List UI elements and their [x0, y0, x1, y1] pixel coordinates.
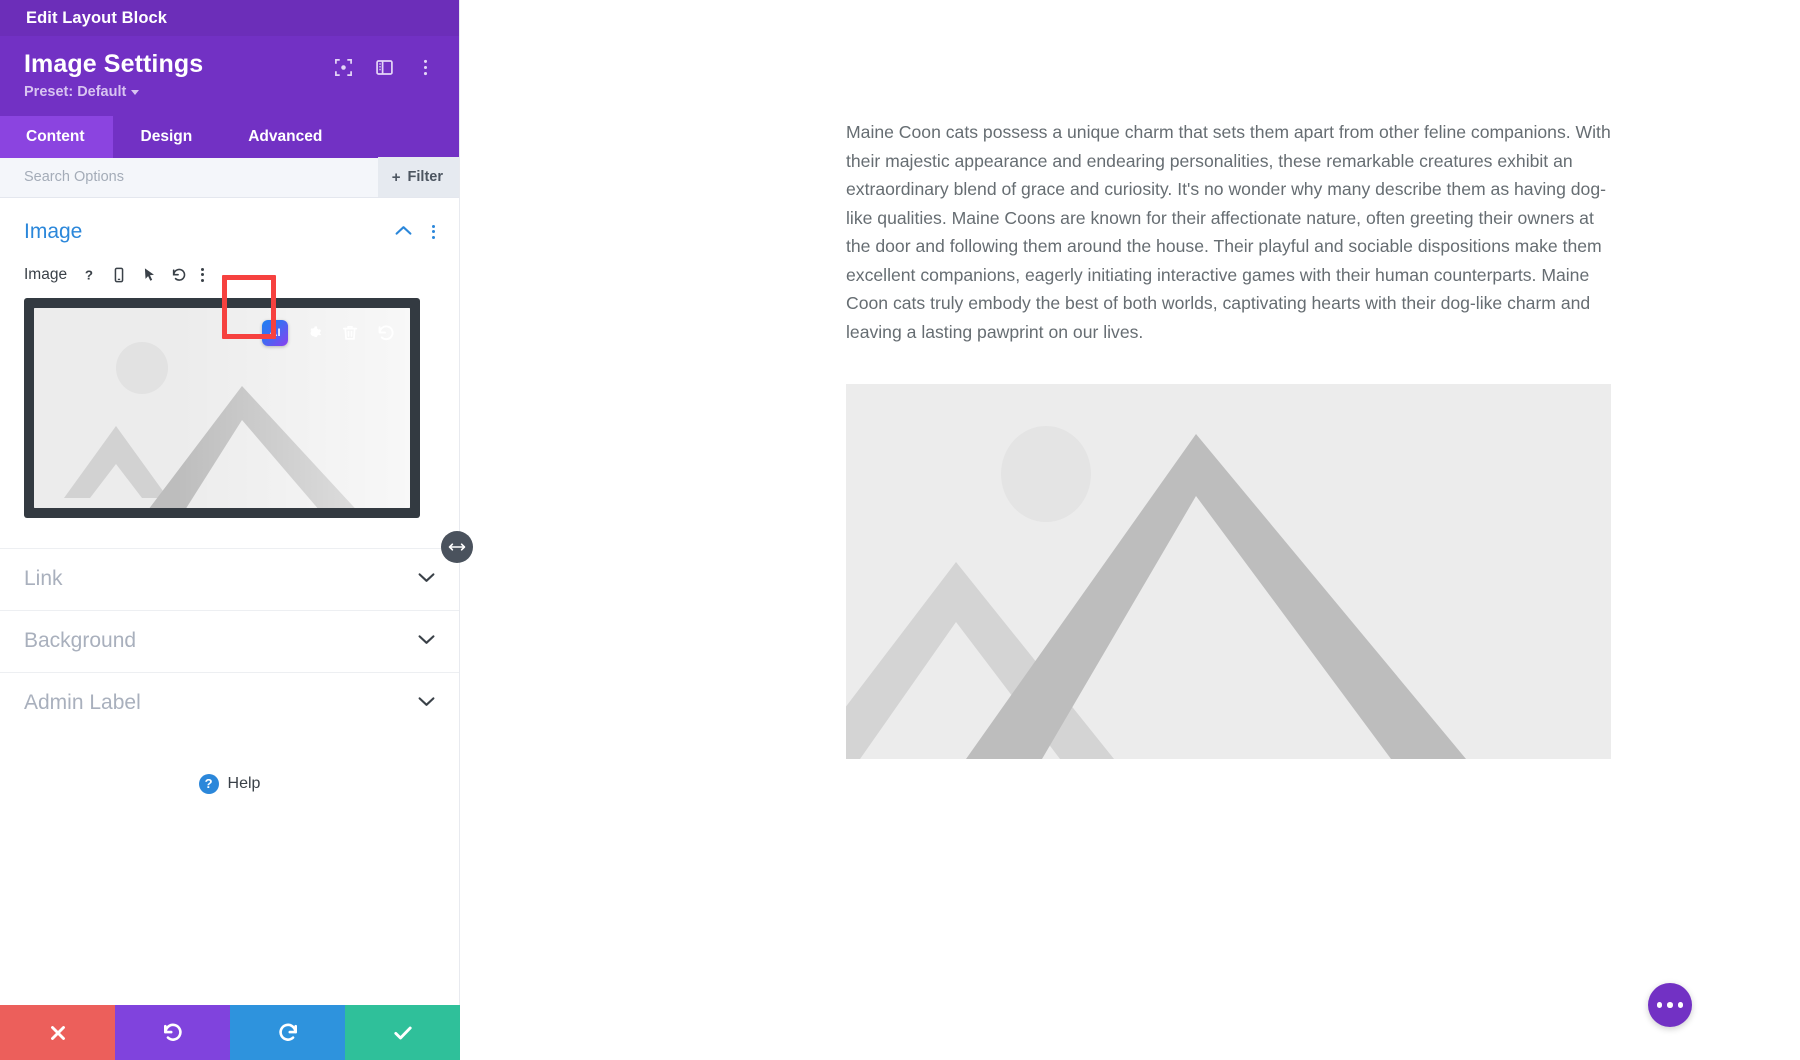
- filter-button-label: Filter: [407, 169, 443, 186]
- more-vertical-icon[interactable]: [432, 224, 435, 239]
- section-background[interactable]: Background: [0, 609, 459, 672]
- panel-action-bar: [0, 1005, 460, 1060]
- image-preview-frame[interactable]: AI: [24, 297, 420, 518]
- module-title: Image Settings: [24, 50, 204, 78]
- section-link-title: Link: [24, 567, 63, 591]
- image-settings-panel: Edit Layout Block Image Settings Preset:…: [0, 0, 473, 1060]
- section-image: Image: [0, 198, 459, 244]
- image-field-row: Image ?: [0, 244, 459, 284]
- section-image-title[interactable]: Image: [24, 220, 82, 244]
- panel-resize-handle[interactable]: [441, 531, 473, 563]
- page-settings-fab[interactable]: [1648, 983, 1692, 1027]
- search-input[interactable]: [0, 169, 378, 186]
- tab-design[interactable]: Design: [113, 116, 221, 158]
- section-admin-label-title: Admin Label: [24, 691, 141, 715]
- tab-content[interactable]: Content: [0, 115, 113, 158]
- filter-button[interactable]: + Filter: [377, 157, 459, 198]
- tab-advanced[interactable]: Advanced: [220, 116, 350, 158]
- cursor-pointer-icon[interactable]: [141, 266, 157, 283]
- chevron-down-icon: [131, 90, 140, 96]
- reset-undo-icon[interactable]: [376, 323, 396, 343]
- delete-trash-icon[interactable]: [340, 323, 360, 343]
- preset-label: Preset: Default: [24, 83, 127, 100]
- help-question-icon[interactable]: ?: [81, 266, 97, 283]
- more-horizontal-icon: [1656, 1002, 1663, 1008]
- more-vertical-icon[interactable]: [201, 267, 205, 282]
- module-header: Image Settings Preset: Default: [0, 36, 459, 116]
- mobile-device-icon[interactable]: [111, 266, 127, 283]
- window-title: Edit Layout Block: [26, 8, 168, 27]
- expand-icon[interactable]: [334, 58, 353, 77]
- image-field-label: Image: [24, 265, 68, 283]
- cancel-button[interactable]: [0, 1005, 115, 1060]
- help-question-icon: ?: [198, 773, 219, 794]
- window-titlebar: Edit Layout Block: [0, 0, 459, 36]
- undo-button[interactable]: [115, 1005, 230, 1060]
- redo-button[interactable]: [230, 1005, 345, 1060]
- svg-text:?: ?: [85, 267, 93, 282]
- plus-icon: +: [391, 168, 401, 186]
- save-button[interactable]: [345, 1005, 460, 1060]
- chevron-down-icon[interactable]: [418, 694, 435, 712]
- body-paragraph: Maine Coon cats possess a unique charm t…: [846, 122, 1611, 342]
- chevron-up-icon[interactable]: [395, 223, 412, 241]
- more-horizontal-icon: [1677, 1002, 1684, 1008]
- settings-tabs: Content Design Advanced: [0, 115, 459, 158]
- more-vertical-icon[interactable]: [416, 58, 435, 77]
- image-placeholder-mountains[interactable]: [846, 384, 1611, 759]
- page-preview-area: Maine Coon cats possess a unique charm t…: [460, 0, 1800, 1060]
- search-options-bar: + Filter: [0, 157, 459, 198]
- settings-gear-icon[interactable]: [304, 323, 324, 343]
- divi-builder-screen: Edit Layout Block Image Settings Preset:…: [0, 0, 1800, 1060]
- reset-undo-icon[interactable]: [171, 266, 187, 283]
- image-preview-wrapper: AI: [0, 284, 459, 518]
- help-label: Help: [227, 774, 261, 792]
- layout-columns-icon[interactable]: [375, 58, 394, 77]
- chevron-down-icon[interactable]: [418, 632, 435, 650]
- preset-selector[interactable]: Preset: Default: [24, 84, 203, 100]
- chevron-down-icon[interactable]: [418, 570, 435, 588]
- section-link[interactable]: Link: [0, 547, 459, 610]
- section-background-title: Background: [24, 629, 137, 653]
- image-hover-toolbar: AI: [262, 319, 396, 346]
- more-horizontal-icon: [1667, 1002, 1673, 1008]
- section-admin-label[interactable]: Admin Label: [0, 671, 459, 734]
- help-link[interactable]: ? Help: [0, 773, 459, 794]
- settings-body: Image Image ? AI Link Background Admin L…: [0, 197, 459, 1005]
- ai-generate-button[interactable]: AI: [262, 319, 288, 346]
